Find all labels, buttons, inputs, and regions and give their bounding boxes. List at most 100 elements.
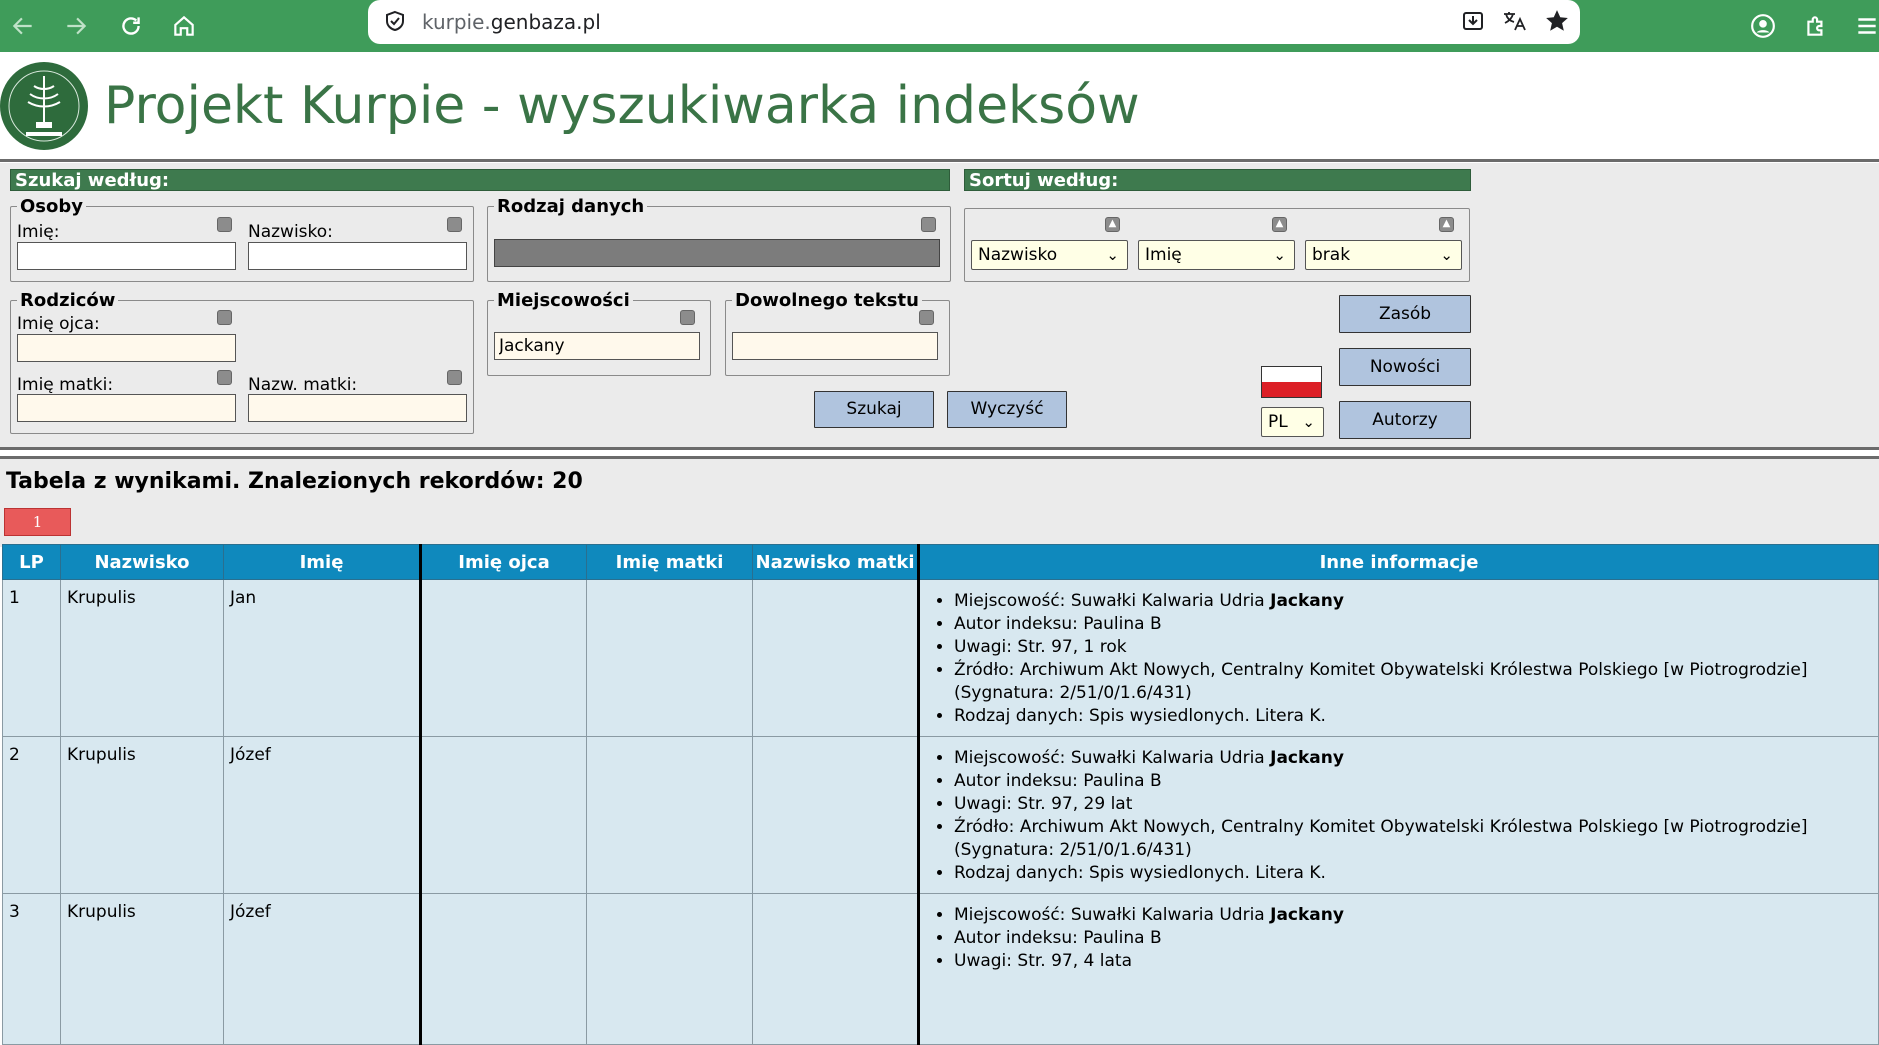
cell-surname: Krupulis [60,736,224,894]
persons-legend: Osoby [20,196,83,217]
cell-first-name: Józef [223,736,421,894]
table-row: 1 Krupulis Jan Miejscowość: Suwałki Kalw… [2,579,1879,737]
sort3-value: brak [1312,245,1351,265]
install-icon[interactable] [1458,6,1488,36]
results-table: LP Nazwisko Imię Imię ojca Imię matki Na… [2,544,1879,1045]
site-logo[interactable] [0,62,88,150]
mother-surname-input[interactable] [248,394,467,422]
mother-name-input[interactable] [17,394,236,422]
search-button[interactable]: Szukaj [814,391,934,428]
address-bar[interactable]: kurpie.genbaza.pl [368,0,1580,44]
cell-first-name: Józef [223,893,421,1045]
page-title: Projekt Kurpie - wyszukiwarka indeksów [104,76,1140,136]
news-button[interactable]: Nowości [1339,348,1471,386]
url-text[interactable]: kurpie.genbaza.pl [422,10,601,34]
info-place-label: Miejscowość: Suwałki Kalwaria Udria [954,748,1271,768]
chevron-down-icon: ⌄ [1273,246,1286,264]
surname-input[interactable] [248,242,467,270]
info-place: Miejscowość: Suwałki Kalwaria Udria Jack… [954,747,1872,770]
cell-father [419,893,587,1045]
cell-mother [586,893,753,1045]
info-list: Miejscowość: Suwałki Kalwaria Udria Jack… [926,904,1872,973]
places-input[interactable] [494,332,700,360]
chevron-down-icon: ⌄ [1106,246,1119,264]
column-header-surname[interactable]: Nazwisko [60,544,224,580]
column-header-other-info[interactable]: Inne informacje [917,544,1879,580]
table-header-row: LP Nazwisko Imię Imię ojca Imię matki Na… [2,544,1879,580]
father-name-label: Imię ojca: [17,314,100,334]
url-domain: genbaza.pl [490,10,601,34]
language-select[interactable]: PL ⌄ [1261,407,1324,437]
column-header-mother-surname[interactable]: Nazwisko matki [752,544,919,580]
info-notes: Uwagi: Str. 97, 4 lata [954,950,1872,973]
cell-mother [586,579,753,737]
resource-button[interactable]: Zasób [1339,295,1471,333]
data-type-checkbox[interactable] [921,217,936,232]
table-row: 3 Krupulis Józef Miejscowość: Suwałki Ka… [2,893,1879,1045]
shield-icon[interactable] [380,6,410,36]
page-1-button[interactable]: 1 [4,508,71,536]
chevron-down-icon: ⌄ [1302,413,1315,431]
polish-flag-icon[interactable] [1261,366,1322,398]
column-header-lp[interactable]: LP [2,544,61,580]
column-header-father[interactable]: Imię ojca [419,544,587,580]
sort3-direction-icon[interactable]: ▲ [1439,217,1454,232]
cell-surname: Krupulis [60,893,224,1045]
any-text-checkbox[interactable] [919,310,934,325]
cell-first-name: Jan [223,579,421,737]
cell-mother-surname [752,579,919,737]
chevron-down-icon: ⌄ [1440,246,1453,264]
forward-icon[interactable] [58,8,94,44]
info-place: Miejscowość: Suwałki Kalwaria Udria Jack… [954,590,1872,613]
bookmark-star-icon[interactable] [1542,6,1572,36]
any-text-legend: Dowolnego tekstu [735,290,919,311]
translate-icon[interactable] [1500,6,1530,36]
clear-button[interactable]: Wyczyść [947,391,1067,428]
profile-icon[interactable] [1745,8,1781,44]
column-header-first-name[interactable]: Imię [223,544,421,580]
first-name-input[interactable] [17,242,236,270]
sort1-direction-icon[interactable]: ▲ [1105,217,1120,232]
sort2-select[interactable]: Imię ⌄ [1138,240,1295,270]
info-list: Miejscowość: Suwałki Kalwaria Udria Jack… [926,590,1872,728]
info-place: Miejscowość: Suwałki Kalwaria Udria Jack… [954,904,1872,927]
sort2-value: Imię [1145,245,1182,265]
info-place-bold: Jackany [1270,591,1344,611]
info-author: Autor indeksu: Paulina B [954,770,1872,793]
home-icon[interactable] [166,8,202,44]
surname-checkbox[interactable] [447,217,462,232]
sort-by-header: Sortuj według: [964,169,1471,191]
cell-father [419,736,587,894]
mother-surname-label: Nazw. matki: [248,375,358,395]
cell-mother [586,736,753,894]
data-type-legend: Rodzaj danych [497,196,645,217]
any-text-input[interactable] [732,332,938,360]
column-header-mother[interactable]: Imię matki [586,544,753,580]
sort2-direction-icon[interactable]: ▲ [1272,217,1287,232]
back-icon[interactable] [5,8,41,44]
cell-father [419,579,587,737]
extensions-icon[interactable] [1798,8,1834,44]
data-type-select[interactable] [494,239,940,267]
info-data-type: Rodzaj danych: Spis wysiedlonych. Litera… [954,862,1872,885]
reload-icon[interactable] [113,8,149,44]
info-place-bold: Jackany [1270,905,1344,925]
menu-icon[interactable] [1849,8,1879,44]
sort1-select[interactable]: Nazwisko ⌄ [971,240,1128,270]
cell-other-info: Miejscowość: Suwałki Kalwaria Udria Jack… [917,893,1879,1045]
authors-button[interactable]: Autorzy [1339,401,1471,439]
father-name-checkbox[interactable] [217,310,232,325]
first-name-checkbox[interactable] [217,217,232,232]
browser-toolbar: kurpie.genbaza.pl [0,0,1879,52]
surname-label: Nazwisko: [248,222,333,242]
sort3-select[interactable]: brak ⌄ [1305,240,1462,270]
info-source: Źródło: Archiwum Akt Nowych, Centralny K… [954,659,1872,705]
father-name-input[interactable] [17,334,236,362]
info-author: Autor indeksu: Paulina B [954,613,1872,636]
cell-lp: 2 [2,736,61,894]
places-checkbox[interactable] [680,310,695,325]
cell-mother-surname [752,893,919,1045]
cell-other-info: Miejscowość: Suwałki Kalwaria Udria Jack… [917,736,1879,894]
mother-name-checkbox[interactable] [217,370,232,385]
mother-surname-checkbox[interactable] [447,370,462,385]
